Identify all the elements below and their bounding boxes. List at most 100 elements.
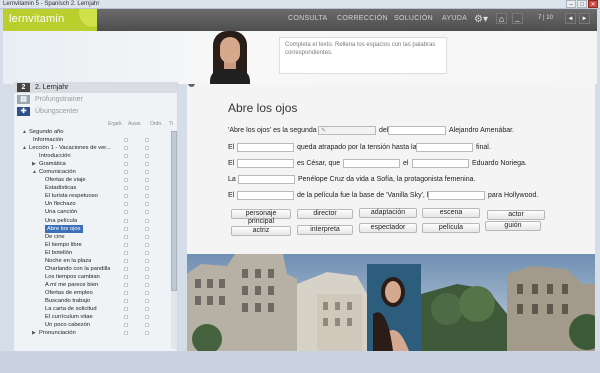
status-checkbox <box>145 258 149 263</box>
sentence-2: El queda atrapado por la tensión hasta l… <box>228 143 518 152</box>
word-chip-espectador[interactable]: espectador <box>359 223 417 233</box>
column-header-auswertung[interactable]: Ausw. <box>128 120 141 128</box>
sentence-text: Eduardo Noriega. <box>472 160 527 167</box>
expand-arrow-icon[interactable]: ▶ <box>32 160 36 168</box>
sidebar-scrollbar[interactable] <box>171 131 177 349</box>
tree-item[interactable]: Ofertas de viaje <box>14 176 174 184</box>
tree-item[interactable]: ▲ Segundo año <box>14 128 174 136</box>
tree-item[interactable]: Charlando con la pandilla <box>14 265 174 273</box>
word-chip-escena[interactable]: escena <box>422 208 480 218</box>
gear-icon[interactable]: ⚙▾ <box>474 14 488 25</box>
tree-item[interactable]: A mí me parece bien <box>14 281 174 289</box>
word-chip-interpreta[interactable]: interpreta <box>297 225 353 235</box>
tree-item[interactable]: Un poco cabezón <box>14 321 174 329</box>
status-checkbox <box>145 162 149 167</box>
tree-item-label: Estadísticas <box>45 185 77 192</box>
nav-correccion[interactable]: CORRECCIÓN <box>337 15 388 22</box>
sidebar-level-lernjahr[interactable]: 2 2. Lernjahr <box>14 82 177 93</box>
tree-item[interactable]: ▲ Lección 1 - Vacaciones de ver... <box>14 144 174 152</box>
gap-input-6[interactable] <box>343 159 400 168</box>
tree-item[interactable]: Una película <box>14 217 174 225</box>
tree-item-label: Lección 1 - Vacaciones de ver... <box>29 145 111 152</box>
word-chip-guion[interactable]: guión <box>485 221 541 231</box>
word-chip-director[interactable]: director <box>297 209 353 219</box>
tree-item[interactable]: Un flechazo <box>14 200 174 208</box>
sidebar-level-pruefungstrainer[interactable]: ▤ Prüfungstrainer <box>14 94 177 105</box>
word-chip-pelicula[interactable]: película <box>422 223 480 233</box>
tree-item[interactable]: La carta de solicitud <box>14 305 174 313</box>
sentence-text: El <box>228 144 235 151</box>
tree-item-label: Ofertas de empleo <box>45 289 93 296</box>
tree-item[interactable]: El turista respetuoso <box>14 192 174 200</box>
window-close-button[interactable]: ✕ <box>588 0 598 8</box>
column-header-ti[interactable]: Ti <box>169 120 173 128</box>
trainer-icon: ▤ <box>17 95 30 104</box>
gap-input-8[interactable] <box>238 175 295 184</box>
window-minimize-button[interactable]: – <box>566 0 576 8</box>
collapse-arrow-icon[interactable]: ▲ <box>22 128 27 136</box>
nav-consulta[interactable]: CONSULTA <box>288 15 327 22</box>
tree-item[interactable]: Una canción <box>14 208 174 216</box>
status-checkbox <box>145 307 149 312</box>
tree-item[interactable]: De cine <box>14 233 174 241</box>
status-checkbox <box>124 307 128 312</box>
next-page-button[interactable]: ► <box>579 13 590 24</box>
tree-item[interactable]: Estadísticas <box>14 184 174 192</box>
tree-item[interactable]: ▶ Gramática <box>14 160 174 168</box>
flag-icon: ✚ <box>17 107 30 116</box>
column-header-ordnung[interactable]: Ordn. <box>150 120 163 128</box>
tree-item[interactable]: El botellón <box>14 249 174 257</box>
gap-input-1[interactable]: ✎ <box>318 126 376 135</box>
tree-item[interactable]: Información <box>14 136 174 144</box>
gap-input-9[interactable] <box>237 191 294 200</box>
status-checkbox <box>145 315 149 320</box>
word-chip-actor[interactable]: actor <box>487 210 545 220</box>
status-checkbox <box>124 170 128 175</box>
gap-input-4[interactable] <box>416 143 473 152</box>
tree-item[interactable]: El tiempo libre <box>14 241 174 249</box>
sentence-text: Alejandro Amenábar. <box>449 127 514 134</box>
sentence-text: 'Abre los ojos' es la segunda <box>228 127 317 134</box>
word-chip-personaje-principal[interactable]: personaje principal <box>231 209 291 225</box>
collapse-arrow-icon[interactable]: ▲ <box>32 168 37 176</box>
tree-item[interactable]: ▶ Pronunciación <box>14 329 174 337</box>
sidebar-scrollbar-thumb[interactable] <box>171 131 177 291</box>
sentence-4: La Penélope Cruz da vida a Sofía, la pro… <box>228 175 518 184</box>
tree-item[interactable]: El currículum vitae <box>14 313 174 321</box>
tree-item-label: La carta de solicitud <box>45 306 97 313</box>
word-chip-actriz[interactable]: actriz <box>231 226 291 236</box>
status-checkbox <box>124 218 128 223</box>
sentence-text: La <box>228 176 236 183</box>
tree-item[interactable]: Los tiempos cambian <box>14 273 174 281</box>
status-checkbox <box>145 154 149 159</box>
gap-input-7[interactable] <box>412 159 469 168</box>
tree-item[interactable]: Ofertas de empleo <box>14 289 174 297</box>
tree-item-label: A mí me parece bien <box>45 281 99 288</box>
sentence-text: de la película fue la base de 'Vanilla S… <box>297 192 433 199</box>
expand-arrow-icon[interactable]: ▶ <box>32 329 36 337</box>
home-icon[interactable]: ⌂ <box>496 13 507 24</box>
tree-item[interactable]: Noche en la plaza <box>14 257 174 265</box>
tree-item[interactable]: Buscando trabajo <box>14 297 174 305</box>
tree-item[interactable]: ▲ Comunicación <box>14 168 174 176</box>
gap-input-3[interactable] <box>237 143 294 152</box>
word-chip-adaptacion[interactable]: adaptación <box>359 208 417 218</box>
prev-page-button[interactable]: ◄ <box>565 13 576 24</box>
tree-item-label: Información <box>33 137 64 144</box>
column-header-ergebnis[interactable]: Ergeb. <box>108 120 123 128</box>
status-checkbox <box>124 138 128 143</box>
nav-solucion[interactable]: SOLUCIÓN <box>394 15 433 22</box>
status-checkbox <box>145 290 149 295</box>
sidebar-level-uebungscenter[interactable]: ✚ Übungscenter <box>14 106 177 117</box>
sentence-text: para Hollywood. <box>488 192 539 199</box>
nav-ayuda[interactable]: AYUDA <box>442 15 467 22</box>
window-maximize-button[interactable]: □ <box>577 0 587 8</box>
tree-item[interactable]: Abre los ojos <box>14 224 174 233</box>
pencil-icon: ✎ <box>321 128 327 134</box>
gap-input-10[interactable] <box>428 191 485 200</box>
collapse-arrow-icon[interactable]: ▲ <box>22 144 27 152</box>
gap-input-5[interactable] <box>237 159 294 168</box>
minimize-app-button[interactable]: _ <box>512 13 523 24</box>
tree-item[interactable]: Introducción <box>14 152 174 160</box>
gap-input-2[interactable] <box>388 126 446 135</box>
